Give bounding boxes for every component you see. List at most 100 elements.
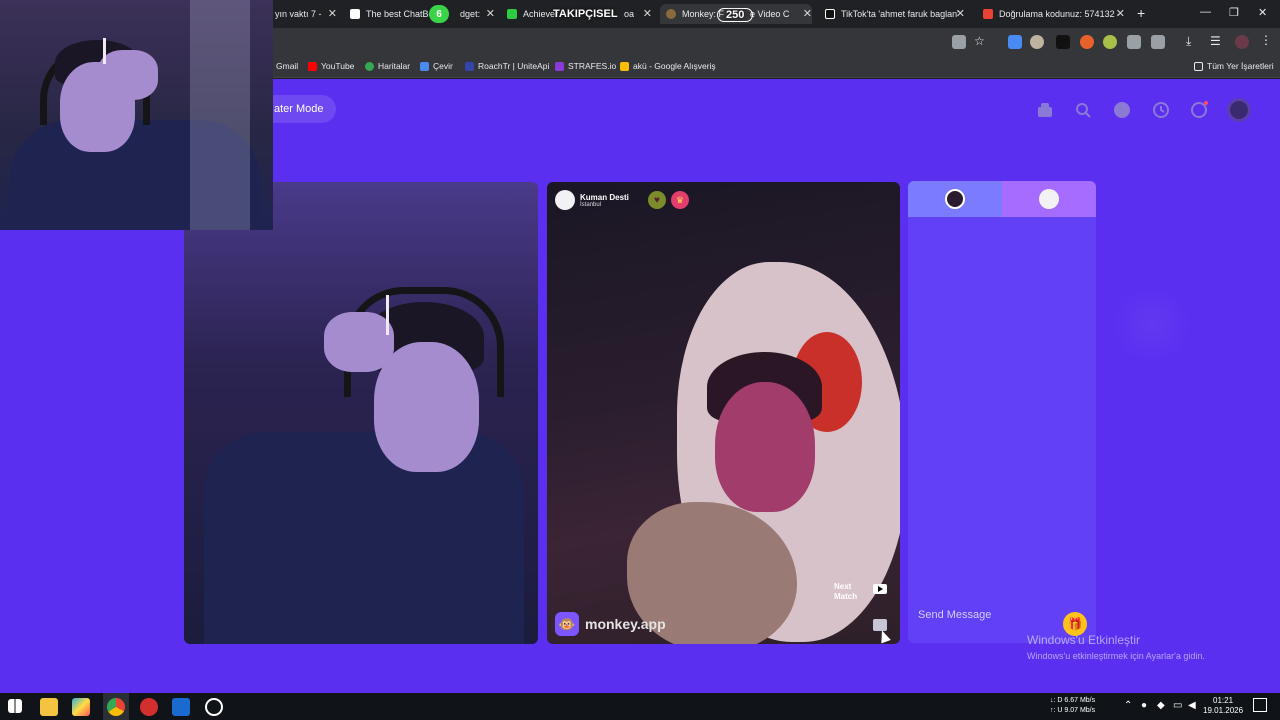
close-icon[interactable]: ✕ (328, 7, 337, 20)
tab-title: Doğrulama kodunuz: 574132 - (999, 9, 1119, 19)
strafes-icon (555, 61, 564, 71)
person-face (374, 342, 479, 472)
tab-title-suffix: e Video C (750, 9, 790, 19)
bookmark-youtube[interactable]: YouTube (308, 61, 354, 71)
star-icon[interactable]: ☆ (974, 34, 988, 48)
copilot-icon[interactable] (72, 698, 90, 716)
gift-badge-icon[interactable]: ♛ (670, 191, 689, 209)
curtain (190, 0, 250, 230)
bookmark-roachtr[interactable]: RoachTr | UniteApi (465, 61, 549, 71)
theater-mode-label: ater Mode (274, 103, 324, 115)
steam-tray-icon[interactable]: ◆ (1157, 700, 1165, 711)
menu-list-icon[interactable]: ☰ (1210, 34, 1224, 48)
bookmark-maps[interactable]: Haritalar (365, 61, 410, 71)
obs-icon[interactable] (205, 698, 223, 716)
match-face (715, 382, 815, 512)
tab-self-chat[interactable] (908, 181, 1002, 217)
next-match-label: Next Match (834, 582, 858, 601)
monkey-logo-icon: 🐵 (555, 612, 579, 636)
time: 01:21 (1213, 696, 1234, 705)
close-icon[interactable]: ✕ (486, 7, 495, 20)
puzzle-icon[interactable] (1151, 35, 1165, 49)
person-hoodie (204, 432, 524, 644)
match-camera-view: Kuman Desti İstanbul ♥ ♛ Next Match 🐵 mon… (547, 182, 900, 644)
close-icon[interactable]: ✕ (1116, 7, 1125, 20)
person-hand (324, 312, 394, 372)
close-icon[interactable]: ✕ (956, 7, 965, 20)
next-match-button[interactable] (873, 584, 887, 594)
bookmark-translate[interactable]: Çevir (420, 61, 453, 71)
self-camera-view (184, 182, 538, 644)
close-window-button[interactable]: ✕ (1258, 6, 1267, 19)
google-shopping-icon (620, 61, 629, 71)
shop-icon[interactable] (1036, 101, 1054, 119)
tab-match-chat[interactable] (1002, 181, 1096, 217)
folder-icon (1194, 61, 1203, 71)
all-bookmarks[interactable]: Tüm Yer İşaretleri (1194, 61, 1274, 71)
extension-icon[interactable] (1103, 35, 1117, 49)
maximize-button[interactable]: ❐ (1229, 6, 1239, 19)
download-icon[interactable]: ⤓ (1186, 34, 1200, 48)
extension-icon[interactable] (1056, 35, 1070, 49)
extension-icon[interactable] (1127, 35, 1141, 49)
notifications-icon[interactable] (1253, 698, 1267, 712)
send-message-input[interactable]: Send Message (918, 609, 991, 621)
chat-tabs (908, 181, 1096, 217)
bookmark-label: RoachTr | UniteApi (478, 61, 550, 71)
close-icon[interactable]: ✕ (643, 7, 652, 20)
tab-title: TikTok'ta 'ahmet faruk baglan' (841, 9, 959, 19)
bookmark-label: akü - Google Alışveriş (633, 61, 716, 71)
match-city: İstanbul (580, 201, 602, 208)
windows-taskbar: ↓: D 6.67 Mb/s ↑: U 9.07 Mb/s ⌃ ● ◆ ▭ ◀ … (0, 693, 1280, 720)
network-icon[interactable]: ▭ (1173, 700, 1182, 711)
app-icon[interactable] (140, 698, 158, 716)
theater-mode-button[interactable]: ater Mode (262, 95, 336, 123)
tab-2[interactable]: The best ChatBot dget: ✕ (350, 4, 495, 24)
minimize-button[interactable]: — (1200, 6, 1211, 18)
history-icon[interactable] (1152, 101, 1170, 119)
tab-1[interactable]: yın vaktı 7 - ✕ (275, 4, 337, 24)
gmail-icon (983, 9, 993, 19)
tab-6[interactable]: Doğrulama kodunuz: 574132 - ✕ (983, 4, 1125, 24)
bookmark-label: Çevir (433, 61, 453, 71)
maps-icon (365, 61, 374, 71)
match-profile[interactable]: Kuman Desti İstanbul ♥ ♛ (555, 190, 689, 210)
extension-icon[interactable] (1008, 35, 1022, 49)
microphone-icon[interactable]: ● (1141, 700, 1147, 711)
chrome-icon[interactable] (107, 698, 125, 716)
monkey-icon (666, 9, 676, 19)
translate-icon[interactable] (952, 35, 966, 49)
more-icon[interactable]: ⋮ (1260, 33, 1274, 47)
match-name: Kuman Desti (580, 192, 629, 202)
bookmark-strafes[interactable]: STRAFES.io (555, 61, 616, 71)
profile-icon[interactable] (1235, 35, 1249, 49)
person-hand (98, 50, 158, 100)
chevron-up-icon[interactable]: ⌃ (1124, 700, 1132, 711)
activation-subtitle: Windows'u etkinleştirmek için Ayarlar'a … (1027, 651, 1205, 661)
achiever-icon (507, 9, 517, 19)
brand-watermark: 🐵 monkey.app (555, 612, 666, 636)
close-icon[interactable]: ✕ (803, 7, 812, 20)
file-explorer-icon[interactable] (40, 698, 58, 716)
steam-icon[interactable] (172, 698, 190, 716)
bookmark-aku[interactable]: akü - Google Alışveriş (620, 61, 716, 71)
friends-icon[interactable] (1113, 101, 1131, 119)
heart-icon[interactable]: ♥ (647, 191, 666, 209)
volume-icon[interactable]: ◀ (1188, 700, 1196, 711)
new-tab-button[interactable]: + (1137, 5, 1145, 21)
bookmark-label: STRAFES.io (568, 61, 617, 71)
bookmark-gmail[interactable]: Gmail (276, 61, 298, 71)
clock[interactable]: 01:21 19.01.2026 (1203, 696, 1243, 716)
extension-icon[interactable] (1030, 35, 1044, 49)
profile-avatar-icon[interactable] (1227, 98, 1251, 122)
notification-badge: 6 (429, 5, 449, 23)
brand-text: monkey.app (585, 616, 666, 632)
tab-5[interactable]: TikTok'ta 'ahmet faruk baglan' ✕ (825, 4, 965, 24)
extension-icon[interactable] (1080, 35, 1094, 49)
search-icon[interactable] (1074, 101, 1092, 119)
tab-title: yın vaktı 7 - (275, 9, 322, 19)
match-avatar (555, 190, 575, 210)
chat-icon[interactable] (1190, 101, 1208, 119)
start-icon[interactable] (8, 699, 22, 713)
cigarette (103, 38, 106, 64)
